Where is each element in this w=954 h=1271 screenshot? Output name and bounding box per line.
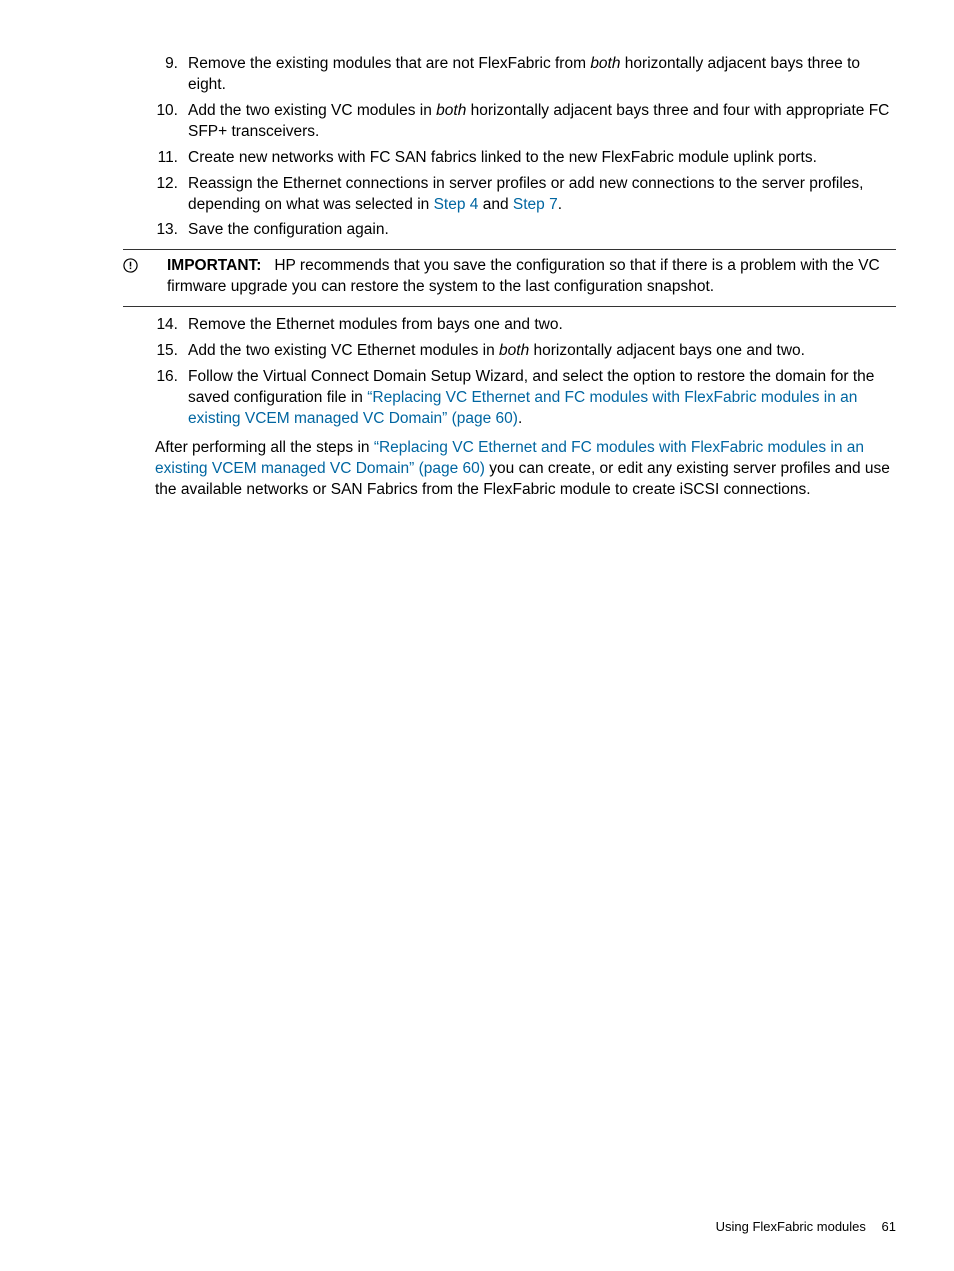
list-item: 9. Remove the existing modules that are … [155, 54, 896, 96]
important-label: IMPORTANT: [167, 257, 261, 274]
list-item: 16. Follow the Virtual Connect Domain Se… [155, 367, 896, 430]
list-item: 14. Remove the Ethernet modules from bay… [155, 315, 896, 336]
item-number: 13. [155, 220, 188, 241]
item-number: 16. [155, 367, 188, 430]
item-number: 15. [155, 341, 188, 362]
page-footer: Using FlexFabric modules 61 [716, 1218, 896, 1236]
list-item: 11. Create new networks with FC SAN fabr… [155, 148, 896, 169]
list-item: 15. Add the two existing VC Ethernet mod… [155, 341, 896, 362]
procedure-list-b: 14. Remove the Ethernet modules from bay… [155, 315, 896, 430]
item-body: Create new networks with FC SAN fabrics … [188, 148, 896, 169]
item-body: Add the two existing VC Ethernet modules… [188, 341, 896, 362]
item-body: Remove the Ethernet modules from bays on… [188, 315, 896, 336]
list-item: 10. Add the two existing VC modules in b… [155, 101, 896, 143]
item-number: 9. [155, 54, 188, 96]
important-icon [123, 256, 167, 273]
step-link[interactable]: Step 7 [513, 196, 558, 213]
item-number: 10. [155, 101, 188, 143]
item-number: 11. [155, 148, 188, 169]
footer-page-number: 61 [882, 1219, 896, 1234]
item-body: Save the configuration again. [188, 220, 896, 241]
important-callout: IMPORTANT: HP recommends that you save t… [123, 249, 896, 307]
item-body: Remove the existing modules that are not… [188, 54, 896, 96]
closing-paragraph: After performing all the steps in “Repla… [155, 438, 896, 501]
item-number: 12. [155, 174, 188, 216]
footer-section: Using FlexFabric modules [716, 1219, 866, 1234]
item-number: 14. [155, 315, 188, 336]
list-item: 12. Reassign the Ethernet connections in… [155, 174, 896, 216]
item-body: Reassign the Ethernet connections in ser… [188, 174, 896, 216]
step-link[interactable]: Step 4 [434, 196, 479, 213]
important-text: IMPORTANT: HP recommends that you save t… [167, 256, 896, 298]
item-body: Follow the Virtual Connect Domain Setup … [188, 367, 896, 430]
item-body: Add the two existing VC modules in both … [188, 101, 896, 143]
list-item: 13. Save the configuration again. [155, 220, 896, 241]
procedure-list-a: 9. Remove the existing modules that are … [155, 54, 896, 241]
